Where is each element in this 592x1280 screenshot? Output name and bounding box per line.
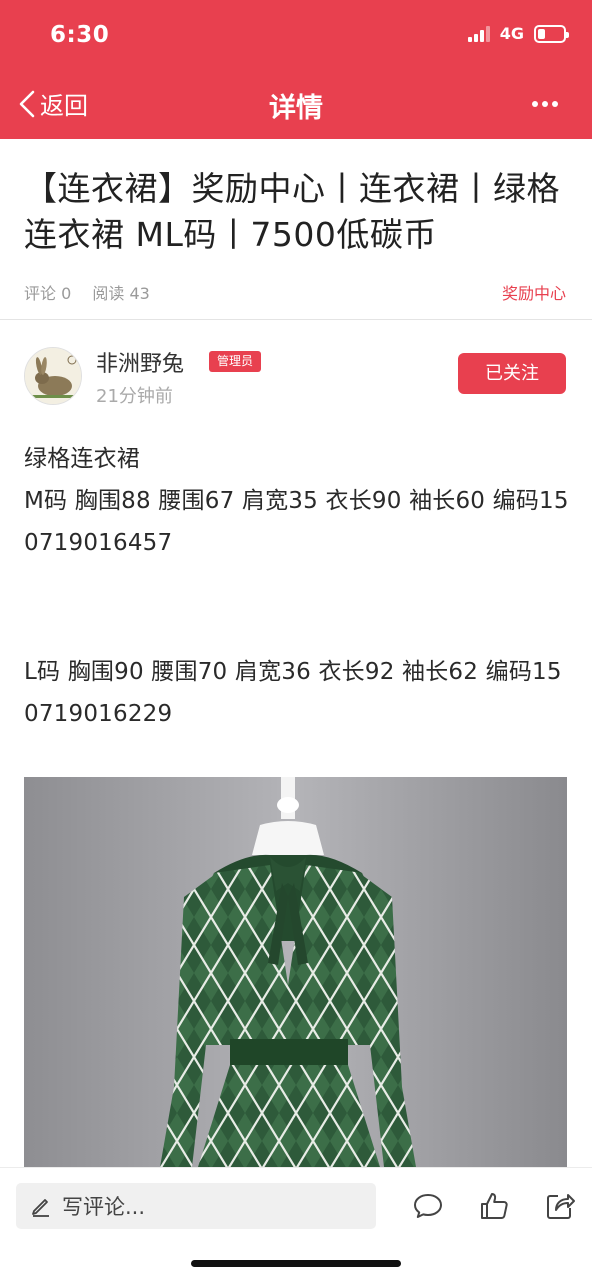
share-icon[interactable] [544, 1190, 576, 1222]
top-bar: 6:30 4G 返回 详情 [0, 0, 592, 139]
battery-icon [534, 24, 569, 43]
comment-input[interactable]: 写评论... [16, 1183, 376, 1229]
admin-badge: 管理员 [209, 351, 262, 372]
dress-illustration [24, 777, 567, 1167]
comment-placeholder: 写评论... [62, 1195, 146, 1219]
author-name[interactable]: 非洲野兔 [96, 346, 184, 378]
chevron-left-icon [19, 90, 35, 117]
read-count: 阅读 43 [92, 284, 150, 303]
home-indicator[interactable] [191, 1260, 401, 1267]
follow-button[interactable]: 已关注 [458, 353, 566, 394]
divider [0, 319, 592, 320]
article-meta: 评论 0 阅读 43 奖励中心 [24, 280, 566, 304]
more-icon[interactable] [532, 101, 558, 109]
dress-photo[interactable] [24, 777, 567, 1167]
status-indicators: 4G [467, 24, 569, 43]
content-paragraph-2: L码 胸围90 腰围70 肩宽36 衣长92 袖长62 编码1507190162… [24, 659, 562, 727]
content-paragraph-1: 绿格连衣裙 M码 胸围88 腰围67 肩宽35 衣长90 袖长60 编码1507… [24, 446, 569, 556]
post-time: 21分钟前 [96, 386, 173, 407]
page-title: 详情 [269, 93, 323, 124]
thumbs-up-icon[interactable] [478, 1190, 510, 1222]
article-title: 【连衣裙】奖励中心丨连衣裙丨绿格连衣裙 ML码丨7500低碳币 [24, 169, 560, 254]
network-type: 4G [499, 24, 524, 43]
rabbit-illustration [25, 348, 81, 404]
back-label: 返回 [40, 92, 88, 120]
signal-icon [467, 25, 490, 42]
avatar[interactable] [24, 347, 82, 405]
comment-count: 评论 0 [24, 284, 72, 303]
status-time: 6:30 [50, 22, 110, 48]
back-button[interactable]: 返回 [18, 86, 88, 121]
comment-icon[interactable] [412, 1190, 444, 1222]
edit-icon [32, 1199, 49, 1217]
category-link[interactable]: 奖励中心 [502, 280, 566, 304]
